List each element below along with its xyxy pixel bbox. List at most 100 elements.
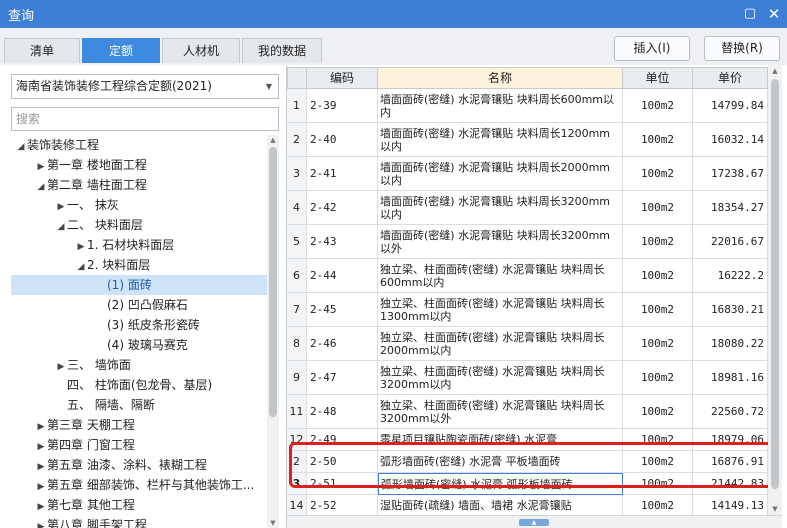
cell-unit[interactable]: 100m2: [623, 451, 693, 473]
maximize-icon[interactable]: ▢: [741, 5, 759, 23]
cell-name[interactable]: 零星项目镶贴陶瓷面砖(密缝) 水泥膏: [378, 429, 623, 451]
table-row[interactable]: 6 2-44 独立梁、柱面面砖(密缝) 水泥膏镶贴 块料周长600mm以内 100m2…: [287, 259, 768, 293]
tree-node[interactable]: 五、 隔墙、隔断: [11, 395, 267, 415]
cell-price[interactable]: 14799.84: [693, 89, 768, 123]
tree-node[interactable]: (3) 纸皮条形瓷砖: [11, 315, 267, 335]
cell-code[interactable]: 2-44: [307, 259, 378, 293]
tree-node[interactable]: ◢ 2. 块料面层: [11, 255, 267, 275]
tree-node[interactable]: ▶ 第五章 油漆、涂料、裱糊工程: [11, 455, 267, 475]
tree-node[interactable]: ▶ 第八章 脚手架工程: [11, 515, 267, 528]
collapse-arrow-icon[interactable]: ▶: [35, 417, 47, 437]
cell-price[interactable]: 14149.13: [693, 495, 768, 515]
cell-code[interactable]: 2-42: [307, 191, 378, 225]
table-row[interactable]: 14 2-52 湿贴面砖(疏缝) 墙面、墙裙 水泥膏镶贴 100m2 14149.13: [287, 495, 768, 515]
tree-node[interactable]: ▶ 第三章 天棚工程: [11, 415, 267, 435]
close-icon[interactable]: ✕: [765, 5, 783, 23]
cell-code[interactable]: 2-52: [307, 495, 378, 515]
splitter-grip-icon[interactable]: ▲: [519, 519, 549, 526]
cell-name[interactable]: 独立梁、柱面面砖(密缝) 水泥膏镶贴 块料周长600mm以内: [378, 259, 623, 293]
cell-name[interactable]: 墙面面砖(密缝) 水泥膏镶贴 块料周长3200mm以外: [378, 225, 623, 259]
cell-name[interactable]: 湿贴面砖(疏缝) 墙面、墙裙 水泥膏镶贴: [378, 495, 623, 515]
row-index[interactable]: 3: [287, 473, 307, 495]
collapse-arrow-icon[interactable]: ▶: [35, 497, 47, 517]
cell-price[interactable]: 22560.72: [693, 395, 768, 429]
cell-name[interactable]: 墙面面砖(密缝) 水泥膏镶贴 块料周长2000mm以内: [378, 157, 623, 191]
collapse-arrow-icon[interactable]: ▶: [35, 437, 47, 457]
scroll-down-icon[interactable]: ▼: [267, 518, 279, 528]
scroll-up-icon[interactable]: ▲: [768, 65, 782, 77]
collapse-arrow-icon[interactable]: ▶: [35, 457, 47, 477]
cell-code[interactable]: 2-39: [307, 89, 378, 123]
row-index[interactable]: 3: [287, 157, 307, 191]
scroll-down-icon[interactable]: ▼: [768, 503, 782, 515]
tab-quota[interactable]: 定额: [82, 38, 160, 63]
tab-labor-material-machine[interactable]: 人材机: [162, 38, 240, 63]
table-row[interactable]: 7 2-45 独立梁、柱面面砖(密缝) 水泥膏镶贴 块料周长1300mm以内 100m…: [287, 293, 768, 327]
cell-name[interactable]: 弧形墙面砖(密缝) 水泥膏 平板墙面砖: [378, 451, 623, 473]
cell-name[interactable]: 独立梁、柱面面砖(密缝) 水泥膏镶贴 块料周长3200mm以外: [378, 395, 623, 429]
row-index[interactable]: 7: [287, 293, 307, 327]
row-index[interactable]: 1: [287, 89, 307, 123]
cell-price[interactable]: 18981.16: [693, 361, 768, 395]
cell-unit[interactable]: 100m2: [623, 395, 693, 429]
tree-node[interactable]: (4) 玻璃马赛克: [11, 335, 267, 355]
cell-name[interactable]: 墙面面砖(密缝) 水泥膏镶贴 块料周长1200mm以内: [378, 123, 623, 157]
search-input[interactable]: [11, 107, 279, 131]
row-index[interactable]: 12: [287, 429, 307, 451]
collapse-arrow-icon[interactable]: ▶: [35, 477, 47, 497]
cell-unit[interactable]: 100m2: [623, 123, 693, 157]
cell-code[interactable]: 2-47: [307, 361, 378, 395]
scroll-up-icon[interactable]: ▲: [267, 135, 279, 145]
tree-node[interactable]: ▶ 第四章 门窗工程: [11, 435, 267, 455]
cell-code[interactable]: 2-45: [307, 293, 378, 327]
cell-price[interactable]: 16830.21: [693, 293, 768, 327]
tree-node[interactable]: ◢ 第二章 墙柱面工程: [11, 175, 267, 195]
cell-unit[interactable]: 100m2: [623, 473, 693, 495]
cell-unit[interactable]: 100m2: [623, 293, 693, 327]
library-select[interactable]: 海南省装饰装修工程综合定额(2021) ▼: [11, 74, 279, 99]
cell-price[interactable]: 22016.67: [693, 225, 768, 259]
collapse-arrow-icon[interactable]: ▶: [55, 197, 67, 217]
cell-name[interactable]: 独立梁、柱面面砖(密缝) 水泥膏镶贴 块料周长1300mm以内: [378, 293, 623, 327]
panel-splitter[interactable]: ▲: [287, 515, 782, 528]
cell-price[interactable]: 18979.06: [693, 429, 768, 451]
tree-node[interactable]: ◢ 装饰装修工程: [11, 135, 267, 155]
tree-node[interactable]: (2) 凹凸假麻石: [11, 295, 267, 315]
cell-unit[interactable]: 100m2: [623, 259, 693, 293]
table-row[interactable]: 9 2-47 独立梁、柱面面砖(密缝) 水泥膏镶贴 块料周长3200mm以内 100m…: [287, 361, 768, 395]
insert-button[interactable]: 插入(I): [614, 36, 690, 61]
header-price[interactable]: 单价: [693, 67, 768, 89]
cell-name[interactable]: 墙面面砖(密缝) 水泥膏镶贴 块料周长3200mm以内: [378, 191, 623, 225]
collapse-arrow-icon[interactable]: ▶: [35, 517, 47, 528]
tree-node[interactable]: ▶ 第五章 细部装饰、栏杆与其他装饰工...: [11, 475, 267, 495]
tree-node[interactable]: ▶ 第一章 楼地面工程: [11, 155, 267, 175]
cell-price[interactable]: 16032.14: [693, 123, 768, 157]
row-index[interactable]: 8: [287, 327, 307, 361]
expand-arrow-icon[interactable]: ◢: [35, 177, 47, 197]
tab-my-data[interactable]: 我的数据: [242, 38, 322, 63]
header-code[interactable]: 编码: [307, 67, 378, 89]
cell-code[interactable]: 2-46: [307, 327, 378, 361]
tree-node[interactable]: ▶ 一、 抹灰: [11, 195, 267, 215]
table-row[interactable]: 3 2-41 墙面面砖(密缝) 水泥膏镶贴 块料周长2000mm以内 100m2 172…: [287, 157, 768, 191]
tree-node[interactable]: 四、 柱饰面(包龙骨、基层): [11, 375, 267, 395]
expand-arrow-icon[interactable]: ◢: [75, 257, 87, 277]
header-unit[interactable]: 单位: [623, 67, 693, 89]
header-name[interactable]: 名称: [378, 67, 623, 89]
cell-name[interactable]: 弧形墙面砖(密缝) 水泥膏 弧形板墙面砖: [378, 473, 623, 495]
row-index[interactable]: 9: [287, 361, 307, 395]
cell-price[interactable]: 18354.27: [693, 191, 768, 225]
cell-code[interactable]: 2-40: [307, 123, 378, 157]
row-index[interactable]: 4: [287, 191, 307, 225]
tree-node[interactable]: (1) 面砖: [11, 275, 267, 295]
collapse-arrow-icon[interactable]: ▶: [55, 357, 67, 377]
row-index[interactable]: 2: [287, 451, 307, 473]
cell-code[interactable]: 2-43: [307, 225, 378, 259]
cell-price[interactable]: 17238.67: [693, 157, 768, 191]
cell-price[interactable]: 16222.2: [693, 259, 768, 293]
tab-bill[interactable]: 清单: [4, 38, 80, 63]
cell-unit[interactable]: 100m2: [623, 495, 693, 515]
cell-unit[interactable]: 100m2: [623, 429, 693, 451]
cell-code[interactable]: 2-50: [307, 451, 378, 473]
replace-button[interactable]: 替换(R): [704, 36, 780, 61]
